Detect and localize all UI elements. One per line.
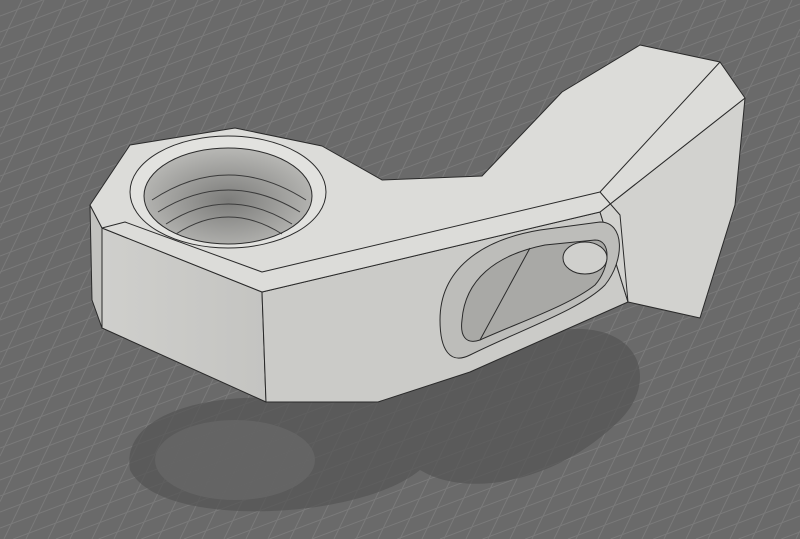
cad-viewport[interactable]: [0, 0, 800, 539]
3d-scene[interactable]: [0, 0, 800, 539]
threaded-hole: [143, 147, 313, 245]
shadow-hole: [155, 420, 315, 500]
inner-bore: [562, 241, 608, 275]
